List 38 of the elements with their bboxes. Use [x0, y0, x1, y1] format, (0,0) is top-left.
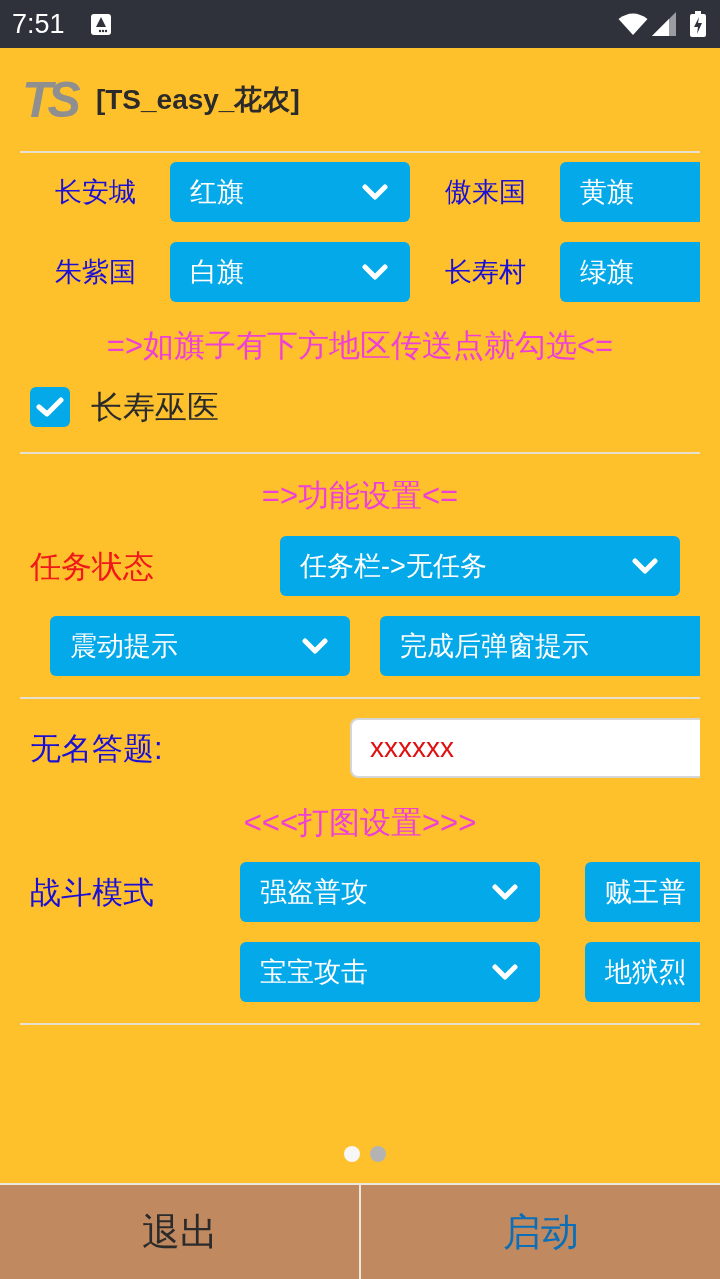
- dropdown[interactable]: 地狱烈: [585, 942, 700, 1002]
- checkmark-icon: [36, 396, 64, 418]
- chevron-down-icon: [362, 263, 388, 281]
- dropdown[interactable]: 任务栏->无任务: [280, 536, 680, 596]
- quiz-label: 无名答题:: [30, 732, 163, 764]
- dropdown[interactable]: 黄旗: [560, 162, 700, 222]
- input-field[interactable]: xxxxxx: [350, 718, 700, 778]
- chevron-down-icon: [492, 963, 518, 981]
- chevron-down-icon: [632, 557, 658, 575]
- dropdown[interactable]: 震动提示: [50, 616, 350, 676]
- chevron-down-icon: [492, 883, 518, 901]
- app-title: [TS_easy_花农]: [95, 85, 300, 114]
- dropdown[interactable]: 完成后弹窗提示: [380, 616, 700, 676]
- checkbox[interactable]: [30, 387, 70, 427]
- app-logo: TS: [22, 74, 76, 125]
- section-heading: <<<打图设置>>>: [243, 806, 477, 838]
- location-label: 傲来国: [444, 178, 526, 206]
- signal-icon: [652, 12, 676, 36]
- battery-charging-icon: [690, 11, 706, 37]
- chevron-down-icon: [362, 183, 388, 201]
- section-heading: =>如旗子有下方地区传送点就勾选<=: [106, 329, 614, 361]
- dropdown[interactable]: 白旗: [170, 242, 410, 302]
- checkbox-label: 长寿巫医: [91, 391, 219, 423]
- location-label: 长寿村: [444, 258, 526, 286]
- dropdown[interactable]: 强盗普攻: [240, 862, 540, 922]
- status-time: 7:51: [12, 10, 65, 38]
- chevron-down-icon: [302, 637, 328, 655]
- section-heading: =>功能设置<=: [261, 479, 459, 511]
- dropdown[interactable]: 绿旗: [560, 242, 700, 302]
- location-label: 长安城: [54, 178, 136, 206]
- notification-icon: [90, 13, 111, 35]
- dropdown[interactable]: 红旗: [170, 162, 410, 222]
- location-label: 朱紫国: [54, 258, 136, 286]
- dropdown[interactable]: 宝宝攻击: [240, 942, 540, 1002]
- combat-mode-label: 战斗模式: [30, 876, 154, 908]
- task-status-label: 任务状态: [30, 550, 154, 582]
- dropdown[interactable]: 贼王普: [585, 862, 700, 922]
- wifi-icon: [618, 13, 648, 35]
